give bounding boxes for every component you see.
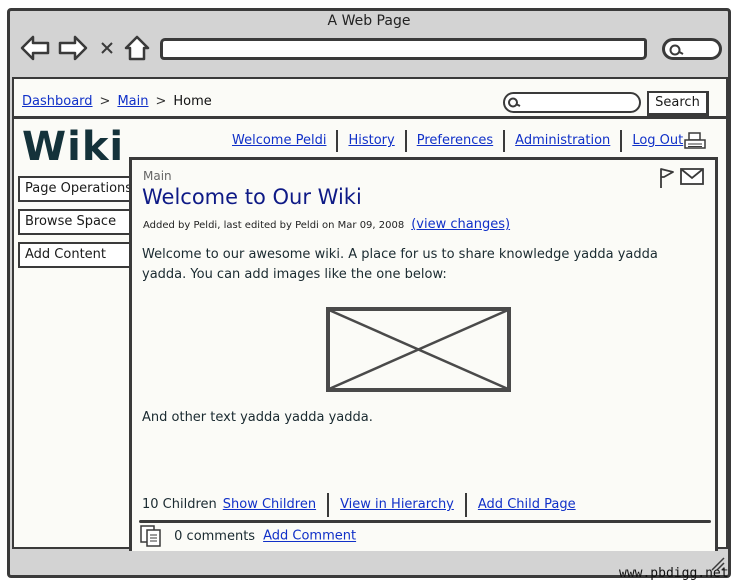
comments-bar: 0 comments Add Comment	[140, 525, 356, 547]
sidebar-item-browse-space[interactable]: Browse Space	[18, 209, 130, 235]
view-hierarchy-link[interactable]: View in Hierarchy	[327, 493, 465, 517]
breadcrumb-main[interactable]: Main	[117, 94, 148, 109]
breadcrumb-bar: Dashboard > Main > Home Search	[14, 79, 726, 119]
close-icon[interactable]	[98, 34, 116, 62]
search-icon	[508, 97, 521, 108]
breadcrumb-separator: >	[99, 94, 111, 109]
add-comment-link[interactable]: Add Comment	[263, 529, 356, 544]
space-name: Main	[143, 169, 172, 183]
breadcrumb: Dashboard > Main > Home	[22, 94, 212, 109]
search-input[interactable]	[503, 92, 641, 113]
view-changes-link[interactable]: (view changes)	[411, 217, 510, 232]
mail-icon[interactable]	[680, 168, 704, 190]
divider	[139, 520, 711, 523]
nav-history[interactable]: History	[336, 130, 404, 152]
printer-icon[interactable]	[683, 132, 707, 156]
show-children-link[interactable]: Show Children	[223, 493, 327, 517]
flag-icon[interactable]	[658, 167, 676, 193]
breadcrumb-current: Home	[173, 94, 212, 109]
comments-icon	[140, 525, 166, 547]
page-meta: Added by Peldi, last edited by Peldi on …	[143, 217, 510, 232]
breadcrumb-dashboard[interactable]: Dashboard	[22, 94, 93, 109]
children-bar: 10 Children Show Children View in Hierarch…	[142, 493, 587, 517]
top-nav: Welcome Peldi History Preferences Administr…	[222, 130, 693, 152]
image-placeholder-icon	[325, 307, 513, 397]
sidebar: Page Operations Browse Space Add Content	[18, 176, 132, 275]
browser-search-field[interactable]	[662, 38, 722, 60]
nav-administration[interactable]: Administration	[503, 130, 620, 152]
wiki-logo: Wiki	[22, 124, 125, 170]
web-page: Dashboard > Main > Home Search Wiki Welcome …	[12, 77, 728, 551]
sidebar-item-page-operations[interactable]: Page Operations	[18, 176, 132, 202]
body-paragraph: Welcome to our awesome wiki. A place for…	[142, 247, 658, 282]
sidebar-item-add-content[interactable]: Add Content	[18, 242, 130, 268]
home-icon[interactable]	[123, 34, 151, 62]
body-paragraph: And other text yadda yadda yadda.	[142, 410, 373, 425]
content-panel: Main Welcome to Our Wiki Added by Peldi,…	[129, 157, 718, 551]
back-arrow-icon[interactable]	[20, 34, 50, 62]
page-title: Welcome to Our Wiki	[142, 185, 362, 209]
breadcrumb-separator: >	[155, 94, 167, 109]
window-title: A Web Page	[327, 13, 411, 29]
page-meta-text: Added by Peldi, last edited by Peldi on …	[143, 220, 405, 231]
nav-preferences[interactable]: Preferences	[404, 130, 503, 152]
search-button[interactable]: Search	[647, 91, 709, 116]
watermark: www.pbdigg.net	[619, 566, 729, 581]
add-child-page-link[interactable]: Add Child Page	[464, 493, 587, 517]
nav-welcome-user[interactable]: Welcome Peldi	[222, 130, 336, 152]
url-bar[interactable]	[160, 38, 647, 60]
comments-count: 0 comments	[174, 528, 256, 544]
children-count: 10 Children	[142, 497, 217, 512]
forward-arrow-icon[interactable]	[58, 34, 88, 62]
search-icon	[669, 44, 684, 56]
